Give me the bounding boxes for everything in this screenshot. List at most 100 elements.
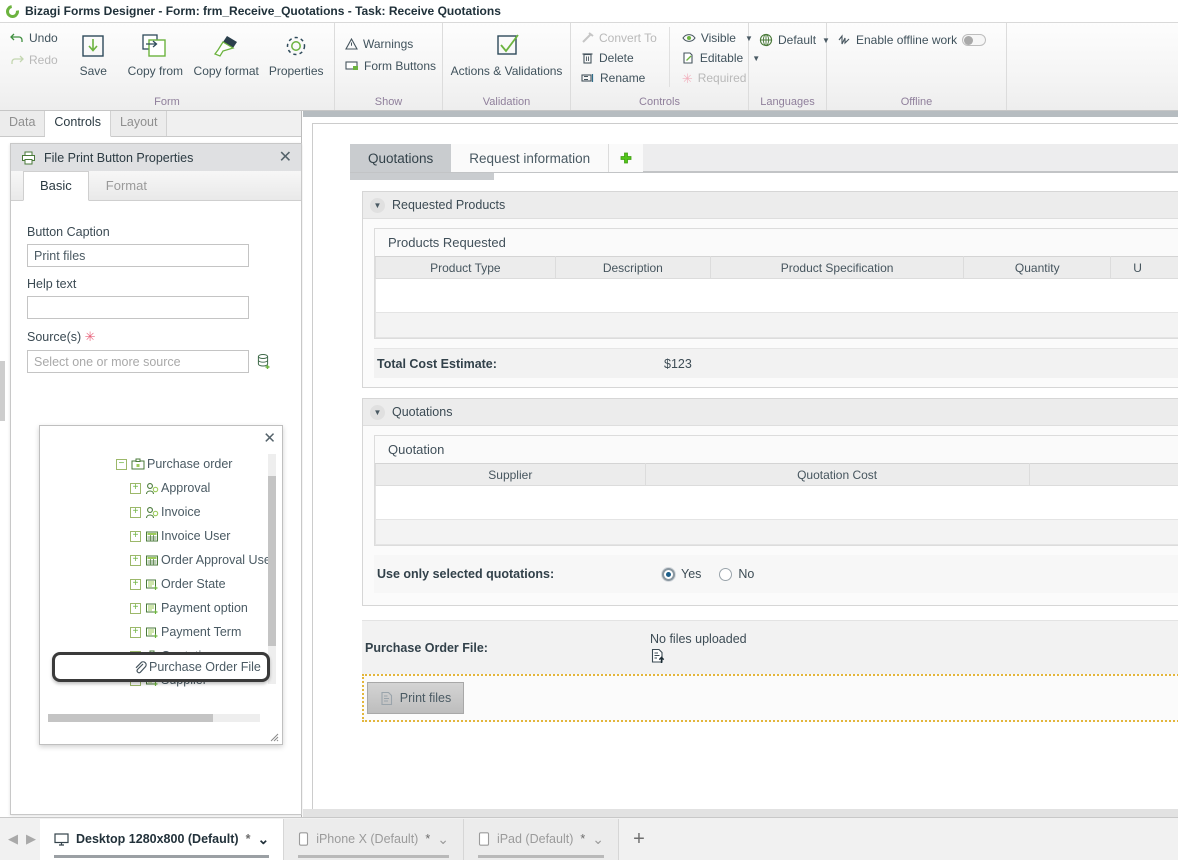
properties-dialog: File Print Button Properties ✕ Basic For… bbox=[10, 143, 302, 815]
radio-no[interactable] bbox=[719, 567, 733, 581]
purchase-order-file-value: No files uploaded bbox=[650, 632, 747, 664]
right-arrow-icon[interactable]: ▶ bbox=[22, 831, 40, 847]
column-header[interactable] bbox=[1028, 463, 1178, 486]
copy-from-icon bbox=[140, 31, 170, 61]
sources-input[interactable] bbox=[27, 350, 249, 373]
form-tab-active-underline bbox=[350, 173, 494, 180]
default-language-button[interactable]: Default ▼ bbox=[755, 31, 834, 49]
undo-button[interactable]: Undo bbox=[6, 29, 64, 47]
add-tab-button[interactable] bbox=[609, 144, 644, 172]
left-panel-scrollbar[interactable] bbox=[0, 361, 5, 421]
expander[interactable]: + bbox=[130, 602, 141, 614]
expander[interactable]: + bbox=[130, 626, 141, 638]
tree-node-order-approval-user[interactable]: + Order Approval User bbox=[44, 548, 278, 572]
tree-node-label: Purchase order bbox=[147, 457, 233, 471]
tree-node-purchase-order[interactable]: − Purchase order bbox=[44, 452, 278, 476]
offline-toggle[interactable] bbox=[962, 34, 987, 46]
file-upload-icon[interactable] bbox=[650, 648, 747, 664]
warnings-label: Warnings bbox=[363, 37, 414, 51]
tree-node-purchase-order-file[interactable]: Purchase Order File bbox=[52, 652, 270, 682]
ribbon-group-show: Warnings Form Buttons Show bbox=[335, 23, 443, 110]
properties-dialog-header: File Print Button Properties ✕ bbox=[11, 144, 301, 171]
column-header[interactable]: Description bbox=[554, 256, 711, 279]
expander[interactable]: + bbox=[130, 482, 141, 494]
tree-vertical-scrollbar[interactable] bbox=[268, 454, 276, 684]
chevron-down-icon[interactable]: ▼ bbox=[370, 197, 385, 213]
add-source-icon[interactable] bbox=[257, 353, 271, 370]
tree-horizontal-scrollbar[interactable] bbox=[48, 714, 260, 722]
print-files-button[interactable]: Print files bbox=[367, 682, 464, 714]
table-row[interactable] bbox=[375, 278, 1178, 313]
delete-button[interactable]: Delete bbox=[577, 49, 661, 67]
form-tab-request-information[interactable]: Request information bbox=[451, 144, 610, 172]
chevron-down-icon[interactable]: ⌄ bbox=[437, 831, 449, 848]
device-tab-iphone-x[interactable]: iPhone X (Default) * ⌄ bbox=[284, 818, 464, 860]
expander[interactable]: + bbox=[130, 506, 141, 518]
canvas-horizontal-scrollbar[interactable] bbox=[303, 809, 1178, 817]
close-icon[interactable]: ✕ bbox=[276, 149, 295, 166]
tree-node-invoice[interactable]: + Invoice bbox=[44, 500, 278, 524]
chevron-down-icon[interactable]: ⌄ bbox=[257, 831, 269, 848]
ribbon-group-form: Undo Redo Save Copy from Copy format Pro… bbox=[0, 23, 335, 110]
source-tree[interactable]: − Purchase order + Approval + Invoice + … bbox=[44, 452, 278, 716]
expander[interactable]: + bbox=[130, 578, 141, 590]
tree-node-label: Order State bbox=[161, 577, 226, 591]
tree-node-invoice-user[interactable]: + Invoice User bbox=[44, 524, 278, 548]
help-text-input[interactable] bbox=[27, 296, 249, 319]
left-arrow-icon[interactable]: ◀ bbox=[4, 831, 22, 847]
tree-node-payment-term[interactable]: + Payment Term bbox=[44, 620, 278, 644]
section-quotations-header[interactable]: ▼ Quotations bbox=[363, 399, 1178, 426]
chevron-down-icon[interactable]: ⌄ bbox=[592, 831, 604, 848]
collapse-expander[interactable]: − bbox=[116, 458, 127, 470]
tree-node-payment-option[interactable]: + Payment option bbox=[44, 596, 278, 620]
entity-root-icon bbox=[131, 458, 145, 471]
redo-button[interactable]: Redo bbox=[6, 51, 64, 69]
column-header[interactable]: Quantity bbox=[963, 256, 1112, 279]
chevron-down-icon[interactable]: ▼ bbox=[370, 404, 385, 420]
rename-button[interactable]: Rename bbox=[577, 69, 661, 87]
column-header[interactable]: Supplier bbox=[375, 463, 646, 486]
column-header[interactable]: Product Specification bbox=[709, 256, 965, 279]
device-tab-desktop[interactable]: Desktop 1280x800 (Default) * ⌄ bbox=[40, 818, 285, 860]
section-title: Requested Products bbox=[392, 198, 506, 212]
total-cost-estimate-value: $123 bbox=[664, 356, 692, 371]
tree-node-order-state[interactable]: + Order State bbox=[44, 572, 278, 596]
section-requested-products-header[interactable]: ▼ Requested Products bbox=[363, 192, 1178, 219]
device-tab-ipad[interactable]: iPad (Default) * ⌄ bbox=[463, 818, 619, 860]
column-header[interactable]: Quotation Cost bbox=[644, 463, 1030, 486]
tab-format[interactable]: Format bbox=[89, 171, 164, 200]
properties-button[interactable]: Properties bbox=[264, 27, 328, 80]
radio-yes[interactable] bbox=[662, 567, 675, 581]
user-icon bbox=[145, 482, 159, 495]
form-canvas: Quotations Request information ▼ Request… bbox=[303, 111, 1178, 817]
tab-controls[interactable]: Controls bbox=[45, 111, 111, 137]
tab-layout[interactable]: Layout bbox=[110, 111, 168, 136]
form-buttons-button[interactable]: Form Buttons bbox=[341, 57, 440, 75]
table-row[interactable] bbox=[375, 485, 1178, 520]
column-header[interactable]: U bbox=[1110, 256, 1178, 279]
purchase-order-file-label: Purchase Order File: bbox=[365, 640, 488, 655]
tree-node-approval[interactable]: + Approval bbox=[44, 476, 278, 500]
convert-to-button[interactable]: Convert To bbox=[577, 29, 661, 47]
gear-icon bbox=[281, 31, 311, 61]
button-caption-input[interactable] bbox=[27, 244, 249, 267]
warnings-button[interactable]: Warnings bbox=[341, 35, 440, 53]
column-header[interactable]: Product Type bbox=[375, 256, 556, 279]
save-button[interactable]: Save bbox=[66, 27, 121, 80]
actions-validations-button[interactable]: Actions & Validations bbox=[443, 27, 571, 80]
param-entity-icon bbox=[145, 578, 159, 591]
enable-offline-work-row[interactable]: Enable offline work bbox=[833, 31, 990, 49]
copy-format-button[interactable]: Copy format bbox=[190, 27, 262, 80]
ribbon-group-validation-label: Validation bbox=[482, 96, 531, 108]
form-tab-quotations[interactable]: Quotations bbox=[350, 144, 452, 172]
resize-grip[interactable] bbox=[270, 733, 279, 742]
table-footer-row bbox=[375, 312, 1178, 338]
tab-basic[interactable]: Basic bbox=[23, 171, 89, 201]
table-icon bbox=[145, 530, 159, 543]
close-icon[interactable]: ✕ bbox=[263, 429, 276, 447]
expander[interactable]: + bbox=[130, 554, 141, 566]
expander[interactable]: + bbox=[130, 530, 141, 542]
tab-data[interactable]: Data bbox=[0, 111, 46, 136]
copy-from-button[interactable]: Copy from bbox=[123, 27, 188, 80]
add-device-button[interactable]: + bbox=[618, 818, 659, 860]
